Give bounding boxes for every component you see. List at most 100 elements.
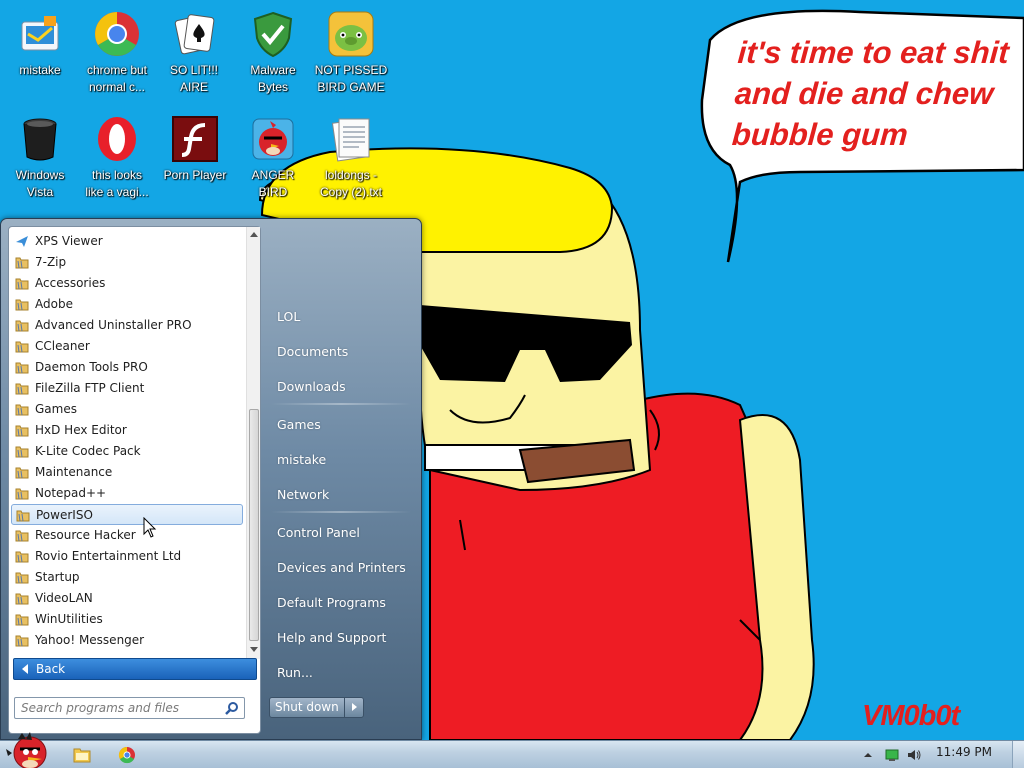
desktop-icon-chrome[interactable]: chrome but normal c... (77, 4, 157, 108)
desktop-icon-label: NOT PISSED BIRD GAME (314, 63, 388, 94)
flash-player-icon (171, 115, 219, 163)
mouse-cursor-icon (143, 517, 157, 538)
program-item-label: WinUtilities (35, 612, 103, 626)
program-item-label: XPS Viewer (35, 234, 103, 248)
trash-can-icon (16, 115, 64, 163)
program-item-startup[interactable]: Startup (11, 567, 243, 588)
start-link-run[interactable]: Run... (269, 660, 409, 686)
folder-icon (15, 467, 29, 479)
program-item-label: Resource Hacker (35, 528, 136, 542)
search-input[interactable]: Search programs and files (14, 697, 245, 719)
program-item-daemon-tools[interactable]: Daemon Tools PRO (11, 357, 243, 378)
show-desktop-button[interactable] (1012, 741, 1024, 768)
program-item-label: FileZilla FTP Client (35, 381, 145, 395)
folder-icon (15, 593, 29, 605)
desktop-icon-label: mistake (19, 63, 61, 77)
start-link-devices-printers[interactable]: Devices and Printers (269, 555, 409, 581)
program-item-label: Yahoo! Messenger (35, 633, 145, 647)
program-item-poweriso[interactable]: PowerISO (11, 504, 243, 525)
menu-separator (271, 511, 411, 513)
malwarebytes-shield-icon (249, 10, 297, 58)
program-item-label: K-Lite Codec Pack (35, 444, 141, 458)
program-item-label: Daemon Tools PRO (35, 360, 148, 374)
program-item-videolan[interactable]: VideoLAN (11, 588, 243, 609)
folder-icon (15, 404, 29, 416)
start-link-control-panel[interactable]: Control Panel (269, 520, 409, 546)
start-link-network[interactable]: Network (269, 482, 409, 508)
shutdown-options-button[interactable] (344, 697, 364, 718)
desktop-icon-recycle-bin[interactable]: Windows Vista (0, 109, 80, 213)
program-item-yahoo-messenger[interactable]: Yahoo! Messenger (11, 630, 243, 651)
program-item-klite[interactable]: K-Lite Codec Pack (11, 441, 243, 462)
taskbar-clock[interactable]: 11:49 PM (936, 745, 992, 759)
program-item-filezilla[interactable]: FileZilla FTP Client (11, 378, 243, 399)
desktop-icon-solitaire[interactable]: SO LIT!!! AIRE (154, 4, 234, 108)
program-item-notepadpp[interactable]: Notepad++ (11, 483, 243, 504)
bad-piggies-icon (327, 10, 375, 58)
start-link-downloads[interactable]: Downloads (269, 374, 409, 400)
program-item-ccleaner[interactable]: CCleaner (11, 336, 243, 357)
start-button-angry-bird-icon[interactable] (2, 731, 54, 768)
program-item-label: Maintenance (35, 465, 113, 479)
desktop-icon-malwarebytes[interactable]: Malware Bytes (233, 4, 313, 108)
start-menu: XPS Viewer 7-Zip Accessories Adobe Advan… (0, 218, 422, 740)
program-item-advanced-uninstaller[interactable]: Advanced Uninstaller PRO (11, 315, 243, 336)
back-arrow-icon (22, 664, 28, 674)
scroll-thumb[interactable] (249, 409, 259, 641)
show-hidden-icons-icon[interactable] (860, 747, 876, 763)
program-item-label: VideoLAN (35, 591, 93, 605)
text-file-icon (327, 115, 375, 163)
desktop-icon-flash-player[interactable]: Porn Player (155, 109, 235, 213)
program-item-label: 7-Zip (35, 255, 67, 269)
program-item-adobe[interactable]: Adobe (11, 294, 243, 315)
network-icon[interactable] (884, 747, 900, 763)
program-item-label: Accessories (35, 276, 106, 290)
desktop-icon-bad-piggies[interactable]: NOT PISSED BIRD GAME (311, 4, 391, 108)
start-link-documents[interactable]: Documents (269, 339, 409, 365)
program-item-winutilities[interactable]: WinUtilities (11, 609, 243, 630)
folder-icon (15, 299, 29, 311)
desktop-icon-text-file[interactable]: loldongs - Copy (2).txt (311, 109, 391, 213)
program-item-label: CCleaner (35, 339, 90, 353)
program-item-resource-hacker[interactable]: Resource Hacker (11, 525, 243, 546)
chrome-icon (118, 746, 135, 764)
program-item-maintenance[interactable]: Maintenance (11, 462, 243, 483)
program-item-label: Adobe (35, 297, 73, 311)
shutdown-button[interactable]: Shut down (269, 697, 345, 718)
search-icon[interactable] (225, 701, 239, 715)
explorer-folder-icon (73, 748, 91, 763)
folder-icon (15, 320, 29, 332)
opera-icon (93, 115, 141, 163)
volume-icon[interactable] (906, 747, 922, 763)
folder-icon (15, 341, 29, 353)
taskbar: 11:49 PM (0, 732, 1024, 768)
desktop-icon-angry-birds[interactable]: ANGER BIRD (233, 109, 313, 213)
start-link-user-folder[interactable]: LOL (269, 304, 409, 330)
media-center-icon (16, 10, 64, 58)
scroll-up-icon[interactable] (250, 232, 258, 237)
start-link-games[interactable]: Games (269, 412, 409, 438)
program-item-accessories[interactable]: Accessories (11, 273, 243, 294)
scroll-down-icon[interactable] (250, 647, 258, 652)
folder-icon (15, 425, 29, 437)
solitaire-icon (170, 10, 218, 58)
program-item-7zip[interactable]: 7-Zip (11, 252, 243, 273)
desktop-icon-opera[interactable]: this looks like a vagi... (77, 109, 157, 213)
start-link-help-support[interactable]: Help and Support (269, 625, 409, 651)
program-list-scrollbar[interactable] (246, 227, 260, 659)
program-item-games[interactable]: Games (11, 399, 243, 420)
chevron-right-icon (352, 703, 357, 711)
taskbar-chrome-button[interactable] (110, 743, 146, 767)
speech-bubble-text: it's time to eat shit and die and chew b… (730, 35, 1011, 152)
program-item-rovio[interactable]: Rovio Entertainment Ltd (11, 546, 243, 567)
taskbar-explorer-button[interactable] (64, 743, 100, 767)
desktop-icon-mistake[interactable]: mistake (0, 4, 80, 108)
program-item-hxd[interactable]: HxD Hex Editor (11, 420, 243, 441)
folder-icon (15, 362, 29, 374)
program-item-xps-viewer[interactable]: XPS Viewer (11, 231, 243, 252)
back-button[interactable]: Back (13, 658, 257, 680)
program-item-label: HxD Hex Editor (35, 423, 127, 437)
start-link-default-programs[interactable]: Default Programs (269, 590, 409, 616)
folder-icon (15, 278, 29, 290)
start-link-computer[interactable]: mistake (269, 447, 409, 473)
